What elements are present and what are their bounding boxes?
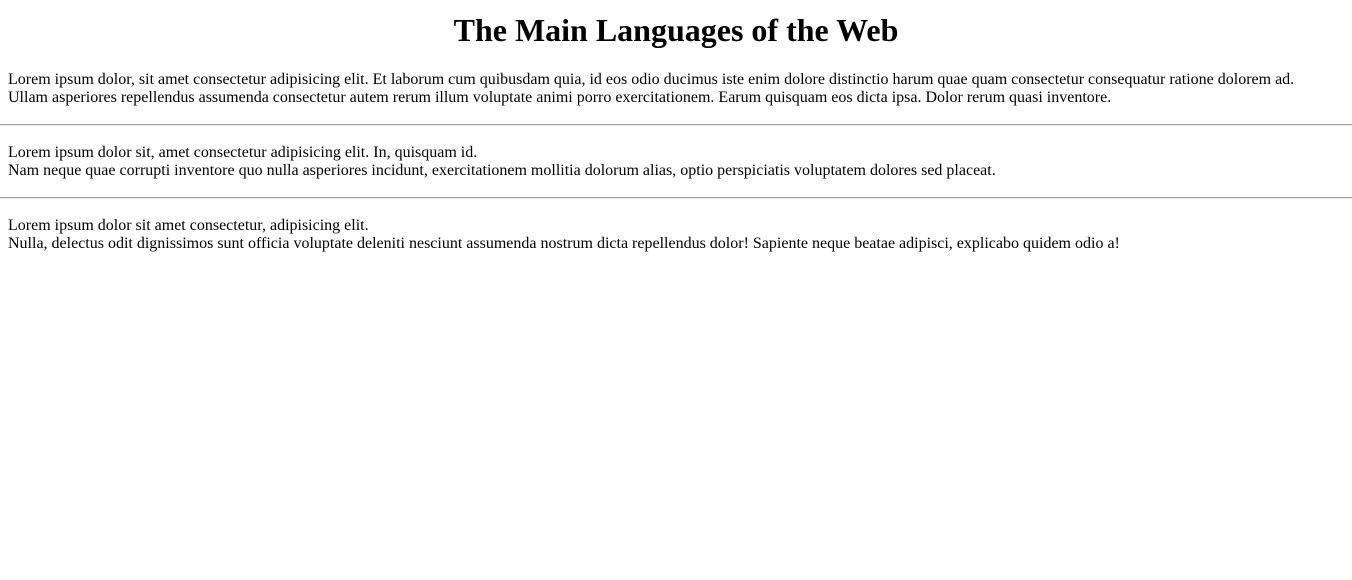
text-section-1: Lorem ipsum dolor, sit amet consectetur … [8, 71, 1344, 107]
paragraph-line: Lorem ipsum dolor sit, amet consectetur … [8, 144, 478, 161]
paragraph-line: Lorem ipsum dolor sit amet consectetur, … [8, 217, 369, 234]
paragraph-line: Ullam asperiores repellendus assumenda c… [8, 89, 1112, 106]
text-section-2: Lorem ipsum dolor sit, amet consectetur … [8, 144, 1344, 180]
page-title: The Main Languages of the Web [453, 12, 899, 48]
divider [0, 124, 1352, 126]
paragraph-line: Nulla, delectus odit dignissimos sunt of… [8, 235, 1120, 252]
divider [0, 197, 1352, 199]
text-section-3: Lorem ipsum dolor sit amet consectetur, … [8, 217, 1344, 253]
page-content: The Main Languages of the Web Lorem ipsu… [0, 0, 1352, 253]
paragraph-line: Nam neque quae corrupti inventore quo nu… [8, 162, 996, 179]
paragraph-line: Lorem ipsum dolor, sit amet consectetur … [8, 71, 1295, 88]
